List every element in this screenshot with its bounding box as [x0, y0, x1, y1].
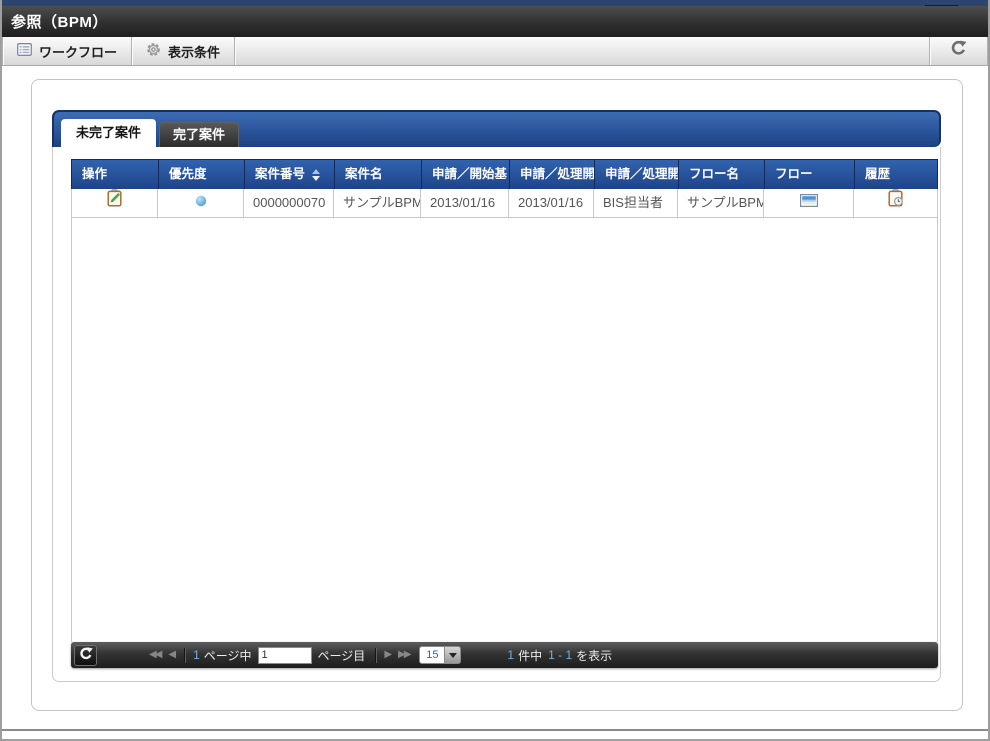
page-suffix-label: ページ目 — [317, 648, 366, 663]
refresh-icon — [950, 40, 967, 62]
flow-name-cell: サンプルBPM — [678, 189, 764, 218]
column-header-request-start-date[interactable]: 申請／開始基 — [421, 159, 509, 189]
record-range-suffix-label: を表示 — [576, 648, 613, 663]
pagination-divider — [184, 647, 186, 663]
case-name-cell: サンプルBPM — [334, 189, 421, 218]
dropdown-button[interactable] — [444, 647, 461, 663]
column-header-flow-name[interactable]: フロー名 — [678, 159, 764, 189]
previous-page-icon[interactable]: ◀ — [168, 650, 176, 660]
column-header-request-processor[interactable]: 申請／処理開 — [594, 159, 678, 189]
pages-label: ページ中 — [203, 648, 252, 663]
tab-incomplete-cases[interactable]: 未完了案件 — [61, 119, 157, 147]
pagination-refresh-button[interactable] — [74, 644, 97, 666]
column-header-operation[interactable]: 操作 — [71, 159, 158, 189]
gear-icon — [146, 42, 161, 60]
tab-content: 操作 優先度 案件番号 案件名 申請／開始基 申請／処理開 申請／処理開 フロー… — [52, 147, 941, 682]
clipboard-clock-icon[interactable] — [887, 189, 904, 217]
flow-cell — [764, 189, 854, 218]
priority-cell — [158, 189, 244, 218]
table-header-row: 操作 優先度 案件番号 案件名 申請／開始基 申請／処理開 申請／処理開 フロー… — [71, 159, 938, 189]
workflow-button[interactable]: ワークフロー — [3, 37, 131, 65]
last-page-icon[interactable]: ▶▶ — [398, 650, 411, 660]
toolbar-separator — [987, 37, 988, 65]
sort-asc-icon — [312, 168, 321, 174]
next-page-icon[interactable]: ▶ — [384, 650, 392, 660]
record-total-label: 件中 — [518, 648, 543, 663]
history-cell — [854, 189, 938, 218]
column-header-case-name[interactable]: 案件名 — [334, 159, 421, 189]
request-start-date-cell: 2013/01/16 — [421, 189, 509, 218]
table-empty-area — [71, 218, 938, 642]
app-window: 参照（BPM） ワークフロー 表示条件 未完了案件 完了案件 操作 優先度 案件… — [0, 0, 990, 741]
page-size-select[interactable]: 15 — [419, 646, 462, 664]
record-range-value: 1 - 1 — [548, 648, 573, 662]
table-row: 0000000070 サンプルBPM 2013/01/16 2013/01/16… — [71, 189, 938, 218]
case-number-cell: 0000000070 — [244, 189, 334, 218]
display-condition-button[interactable]: 表示条件 — [132, 37, 234, 65]
first-page-icon[interactable]: ◀◀ — [149, 650, 162, 660]
title-bar: 参照（BPM） — [2, 6, 988, 37]
column-header-case-number[interactable]: 案件番号 — [244, 159, 334, 189]
column-header-request-process-date[interactable]: 申請／処理開 — [509, 159, 594, 189]
total-pages-value: 1 — [193, 648, 200, 662]
reload-button[interactable] — [930, 37, 987, 65]
case-list: 操作 優先度 案件番号 案件名 申請／開始基 申請／処理開 申請／処理開 フロー… — [71, 159, 938, 668]
current-page-input[interactable] — [257, 646, 312, 664]
display-condition-button-label: 表示条件 — [168, 44, 221, 60]
refresh-icon — [79, 646, 93, 664]
request-processor-cell: BIS担当者 — [594, 189, 678, 218]
toolbar: ワークフロー 表示条件 — [2, 37, 988, 66]
page-title: 参照（BPM） — [11, 14, 108, 31]
column-header-flow[interactable]: フロー — [764, 159, 854, 189]
tab-strip: 未完了案件 完了案件 — [52, 110, 941, 147]
tab-completed-cases[interactable]: 完了案件 — [159, 122, 240, 147]
sort-arrows-icon[interactable] — [312, 168, 321, 181]
operation-cell — [71, 189, 158, 218]
pagination-bar: ◀◀ ◀ 1 ページ中 ページ目 ▶ ▶▶ — [71, 642, 938, 668]
list-icon — [17, 43, 32, 59]
sort-desc-icon — [312, 175, 321, 181]
chevron-down-icon — [448, 652, 457, 658]
flow-image-icon[interactable] — [799, 189, 818, 217]
clipboard-edit-icon[interactable] — [106, 189, 123, 217]
column-header-priority[interactable]: 優先度 — [158, 159, 244, 189]
record-total-value: 1 — [507, 648, 515, 662]
priority-dot-icon — [195, 189, 207, 217]
pagination-divider — [375, 647, 377, 663]
request-process-date-cell: 2013/01/16 — [509, 189, 594, 218]
column-header-history[interactable]: 履歴 — [854, 159, 938, 189]
window-bottom-edge — [2, 729, 988, 731]
page-size-value: 15 — [426, 649, 439, 661]
workflow-button-label: ワークフロー — [39, 44, 118, 60]
